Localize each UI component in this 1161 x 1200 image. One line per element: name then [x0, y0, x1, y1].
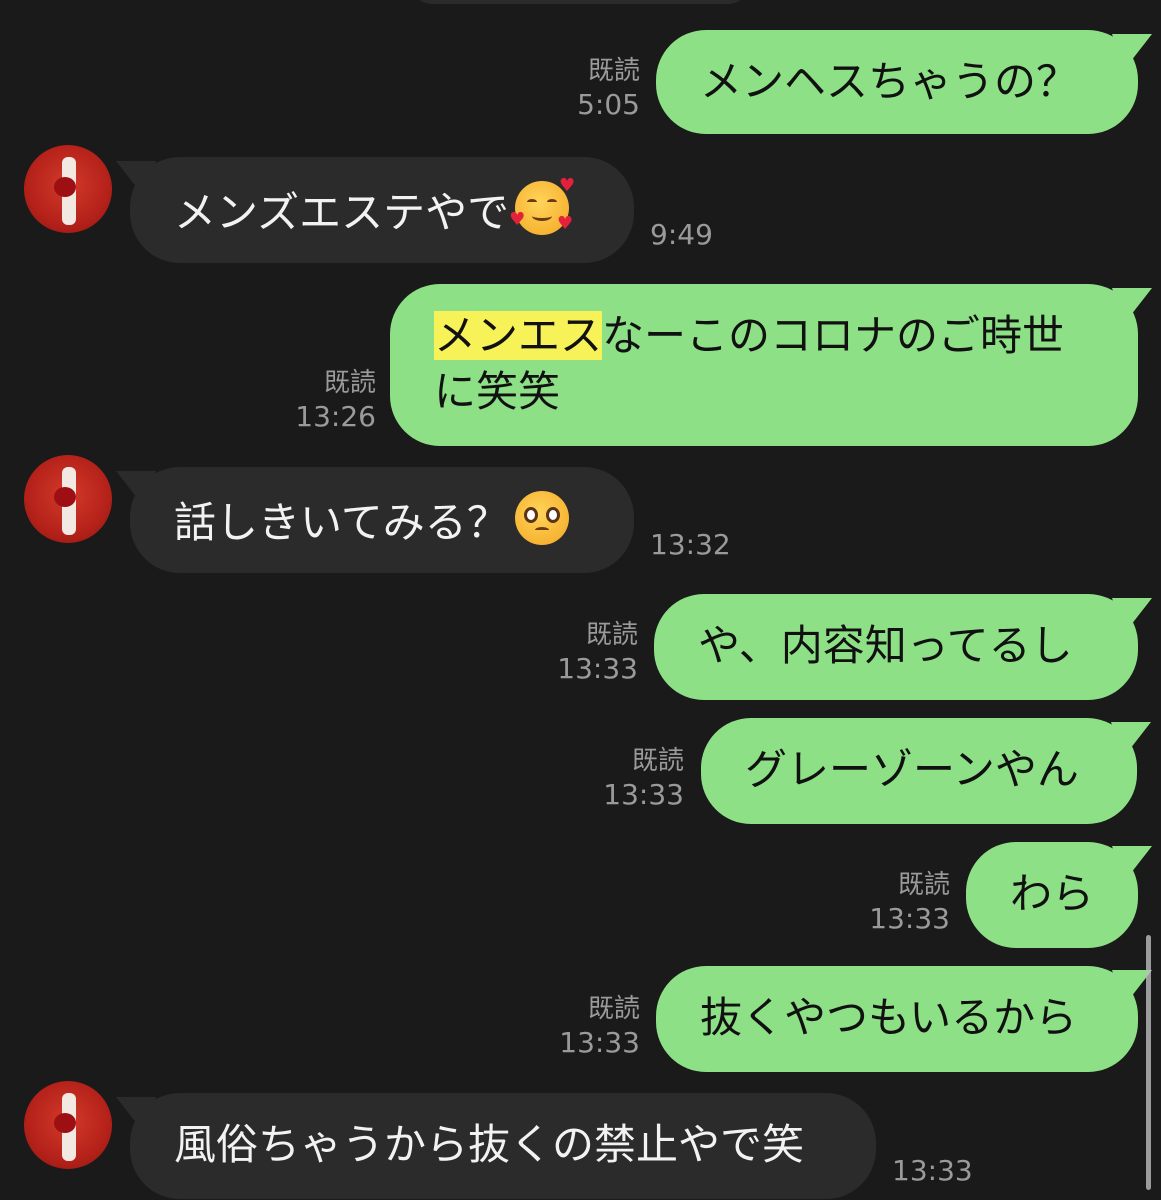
contact-avatar[interactable] — [24, 145, 112, 233]
outgoing-message[interactable]: グレーゾーンやん — [701, 718, 1137, 824]
message-text: わら — [1010, 869, 1095, 918]
message-text: 抜くやつもいるから — [700, 993, 1078, 1042]
read-receipt: 既読 — [897, 870, 950, 900]
message-time: 5:05 — [577, 88, 640, 121]
message-text: メンヘスちゃうの？ — [700, 57, 1079, 106]
message-meta: 既読 13:33 — [596, 744, 684, 812]
message-text-line-2: に笑笑 — [434, 367, 561, 416]
message-time: 13:33 — [869, 902, 950, 935]
message-time: 13:33 — [557, 652, 638, 685]
read-receipt: 既読 — [585, 620, 638, 650]
message-text-line-1: メンエスなーこのコロナのご時世 — [434, 311, 1065, 360]
incoming-message[interactable]: 風俗ちゃうから抜くの禁止やで笑 — [130, 1093, 876, 1199]
outgoing-message[interactable]: 抜くやつもいるから — [656, 966, 1138, 1072]
incoming-message[interactable]: メンズエステやで ♥ ♥ ♥ — [130, 157, 634, 263]
message-meta: 既読 5:05 — [560, 54, 640, 122]
message-text: 風俗ちゃうから抜くの禁止やで笑 — [174, 1120, 805, 1169]
message-meta: 既読 13:33 — [552, 992, 640, 1060]
outgoing-message[interactable]: メンヘスちゃうの？ — [656, 30, 1138, 134]
highlighted-text: メンエス — [434, 311, 603, 360]
previous-message-bubble — [410, 0, 750, 4]
message-meta: 既読 13:33 — [862, 868, 950, 936]
message-text: 話しきいてみる？ — [174, 498, 509, 547]
message-time: 13:33 — [603, 778, 684, 811]
read-receipt: 既読 — [323, 368, 376, 398]
read-receipt: 既読 — [631, 746, 684, 776]
outgoing-message[interactable]: メンエスなーこのコロナのご時世 に笑笑 — [390, 284, 1138, 446]
message-meta: 既読 13:26 — [290, 366, 376, 434]
read-receipt: 既読 — [587, 994, 640, 1024]
contact-avatar[interactable] — [24, 1081, 112, 1169]
contact-avatar[interactable] — [24, 455, 112, 543]
outgoing-message[interactable]: わら — [966, 842, 1138, 948]
incoming-message[interactable]: 話しきいてみる？ — [130, 467, 634, 573]
message-text: グレーゾーンやん — [745, 745, 1079, 794]
message-text: メンズエステやで — [174, 188, 510, 237]
message-text: や、内容知ってるし — [698, 621, 1073, 670]
message-time: 9:49 — [650, 218, 713, 251]
chat-history[interactable]: 既読 5:05 メンヘスちゃうの？ メンズエステやで ♥ ♥ ♥ 9:49 既読 13… — [0, 0, 1161, 1200]
scrollbar[interactable] — [1146, 935, 1151, 1190]
message-time: 13:32 — [650, 528, 731, 561]
pleading-face-icon — [514, 491, 569, 545]
message-time: 13:33 — [892, 1154, 973, 1187]
message-time: 13:26 — [295, 400, 376, 433]
message-meta: 既読 13:33 — [550, 618, 638, 686]
outgoing-message[interactable]: や、内容知ってるし — [654, 594, 1138, 700]
read-receipt: 既読 — [587, 56, 640, 86]
smiling-face-with-hearts-icon: ♥ ♥ ♥ — [509, 175, 576, 235]
message-time: 13:33 — [559, 1026, 640, 1059]
